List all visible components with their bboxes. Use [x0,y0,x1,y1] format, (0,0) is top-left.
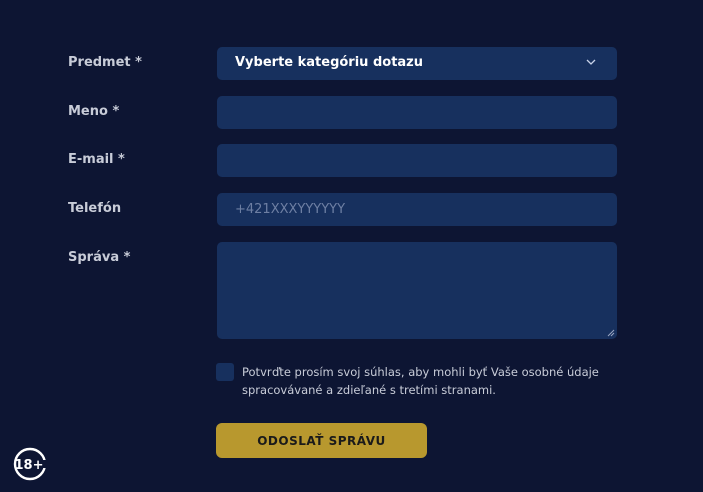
submit-button[interactable]: ODOSLAŤ SPRÁVU [216,423,427,458]
subject-select[interactable]: Vyberte kategóriu dotazu [217,47,617,80]
age-18-plus-icon: 18+ [13,447,48,481]
message-label: Správa * [68,250,131,265]
phone-input[interactable]: +421XXXYYYYYY [217,193,617,226]
consent-checkbox[interactable] [216,363,234,381]
phone-label: Telefón [68,201,122,216]
contact-form: Predmet * Vyberte kategóriu dotazu Meno … [0,0,703,492]
phone-placeholder: +421XXXYYYYYY [235,202,346,217]
chevron-down-icon [586,59,596,65]
age-badge: 18+ [13,447,48,481]
subject-label: Predmet * [68,55,142,70]
age-badge-text: 18+ [15,458,44,473]
message-textarea[interactable] [217,242,617,339]
subject-selected-value: Vyberte kategóriu dotazu [235,55,424,70]
consent-text: Potvrďte prosím svoj súhlas, aby mohli b… [242,365,599,397]
name-label: Meno * [68,104,120,119]
email-label: E-mail * [68,152,125,167]
email-input[interactable] [217,144,617,177]
resize-grip-icon[interactable] [607,329,615,337]
name-input[interactable] [217,96,617,129]
